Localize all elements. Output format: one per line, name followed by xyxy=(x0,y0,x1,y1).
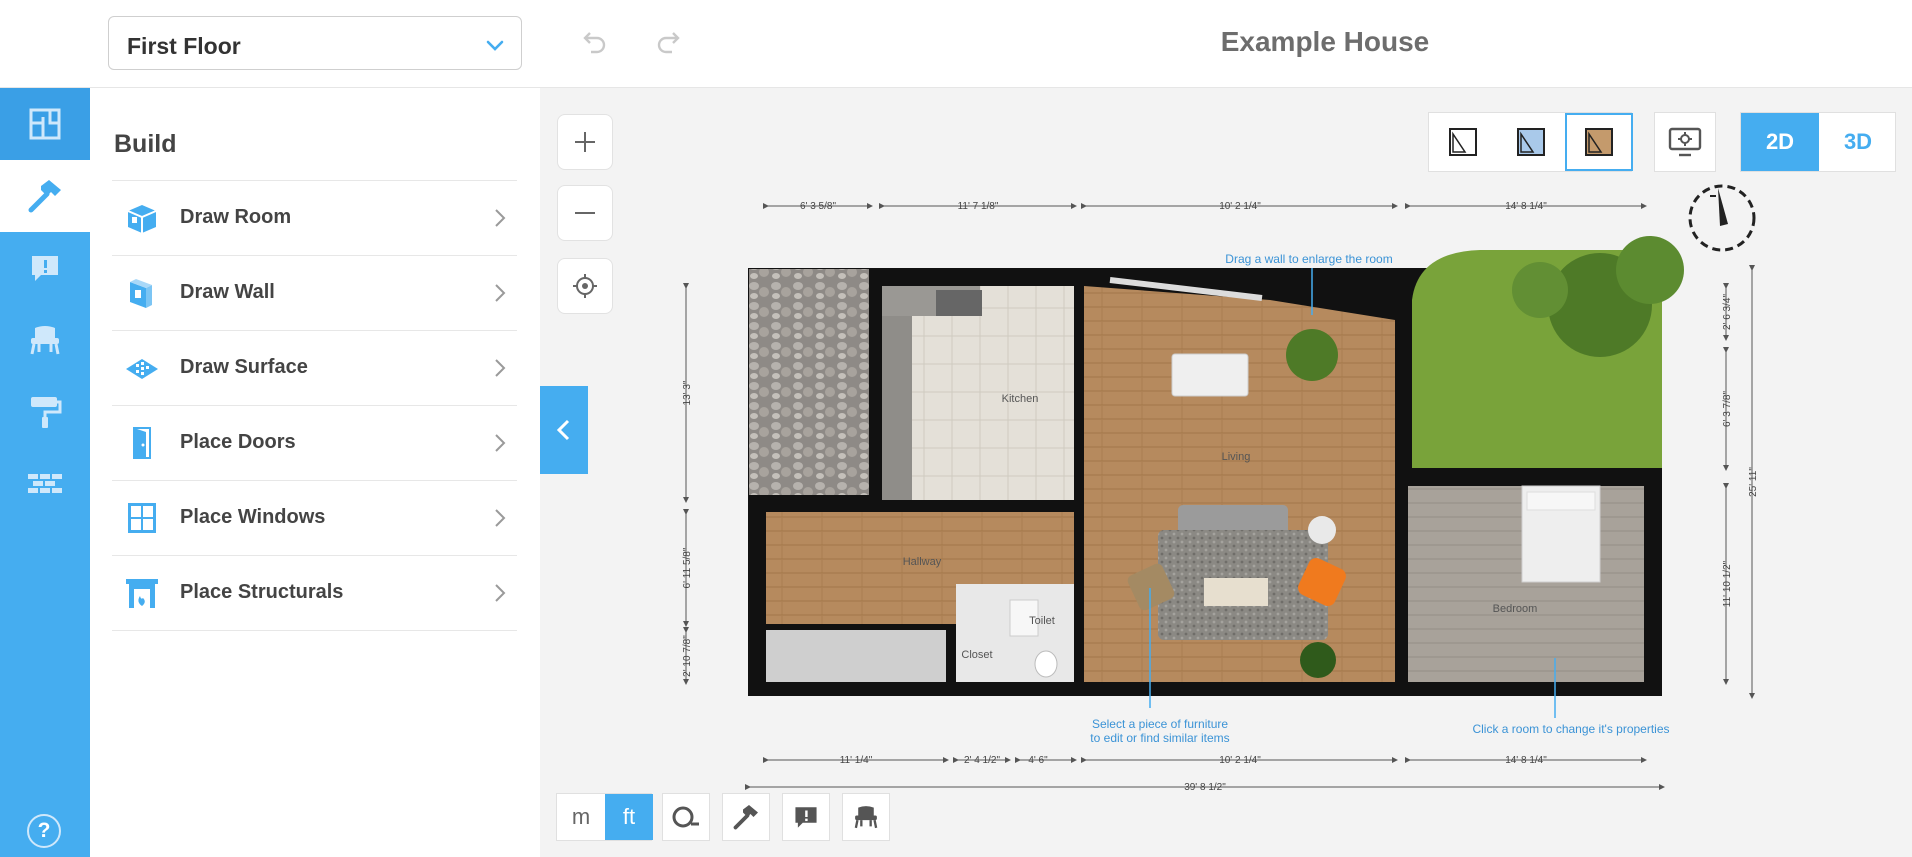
build-tool-button[interactable] xyxy=(722,793,770,841)
plan-lines-icon xyxy=(1449,128,1477,156)
room-label-bedroom: Bedroom xyxy=(1493,603,1538,615)
display-settings-button[interactable] xyxy=(1654,112,1716,172)
unit-metric-button[interactable]: m xyxy=(557,794,605,840)
dimension-toggle: 2D 3D xyxy=(1740,112,1896,172)
hint-click-room: Click a room to change it's properties xyxy=(1472,722,1669,736)
dim-bottom-1: 11' 1/4" xyxy=(840,755,873,766)
room-label-closet: Closet xyxy=(961,649,992,661)
plus-icon xyxy=(575,132,595,152)
chair-icon xyxy=(854,806,878,829)
dim-bottom-3: 4' 6" xyxy=(1028,755,1048,766)
dim-bottom-5: 14' 8 1/4" xyxy=(1505,755,1547,766)
room-label-living: Living xyxy=(1222,451,1251,463)
dim-top-3: 10' 2 1/4" xyxy=(1219,201,1261,212)
hint-select-furniture-line1: Select a piece of furniture xyxy=(1092,717,1228,731)
dim-bottom-total: 39' 8 1/2" xyxy=(1184,782,1226,793)
recenter-button[interactable] xyxy=(557,258,613,314)
annotate-tool-button[interactable] xyxy=(782,793,830,841)
dim-top-1: 6' 3 5/8" xyxy=(800,201,836,212)
dim-top-2: 11' 7 1/8" xyxy=(958,201,999,212)
view-3d-button[interactable]: 3D xyxy=(1819,113,1897,171)
dim-bottom-2: 2' 4 1/2" xyxy=(964,755,1000,766)
crosshair-icon xyxy=(573,274,597,298)
view-2d-button[interactable]: 2D xyxy=(1741,113,1819,171)
comment-icon xyxy=(795,807,817,828)
tape-measure-icon xyxy=(672,806,699,828)
hint-select-furniture-line2: to edit or find similar items xyxy=(1090,731,1229,745)
room-label-toilet: Toilet xyxy=(1029,615,1055,627)
view-style-color-button[interactable] xyxy=(1497,113,1565,171)
zoom-in-button[interactable] xyxy=(557,114,613,170)
hint-drag-wall: Drag a wall to enlarge the room xyxy=(1225,252,1392,266)
room-label-hallway: Hallway xyxy=(903,556,942,568)
minus-icon xyxy=(575,212,595,214)
dim-right-3: 11' 10 1/2" xyxy=(1722,560,1733,607)
monitor-gear-icon xyxy=(1668,127,1702,157)
dim-right-total: 25' 11" xyxy=(1748,467,1759,497)
dim-left-2: 6' 11 5/8" xyxy=(682,547,693,588)
view-style-lines-button[interactable] xyxy=(1429,113,1497,171)
plan-color-icon xyxy=(1517,128,1545,156)
room-label-kitchen: Kitchen xyxy=(1002,393,1039,405)
unit-toggle: m ft xyxy=(556,793,653,841)
zoom-out-button[interactable] xyxy=(557,185,613,241)
measure-tool-button[interactable] xyxy=(662,793,710,841)
unit-imperial-button[interactable]: ft xyxy=(605,794,653,840)
dim-left-1: 13' 3" xyxy=(682,380,693,405)
dim-right-2: 6' 3 7/8" xyxy=(1722,391,1733,427)
dim-bottom-4: 10' 2 1/4" xyxy=(1219,755,1261,766)
view-style-group xyxy=(1428,112,1633,172)
dim-right-1: 2' 6 3/4" xyxy=(1722,294,1733,330)
plan-textured-icon xyxy=(1585,128,1613,156)
hammer-icon xyxy=(733,805,758,830)
view-style-textured-button[interactable] xyxy=(1565,113,1633,171)
compass-icon[interactable] xyxy=(1688,184,1756,252)
furnish-tool-button[interactable] xyxy=(842,793,890,841)
dim-left-3: 2' 10 7/8" xyxy=(682,635,693,677)
dim-top-4: 14' 8 1/4" xyxy=(1505,201,1547,212)
